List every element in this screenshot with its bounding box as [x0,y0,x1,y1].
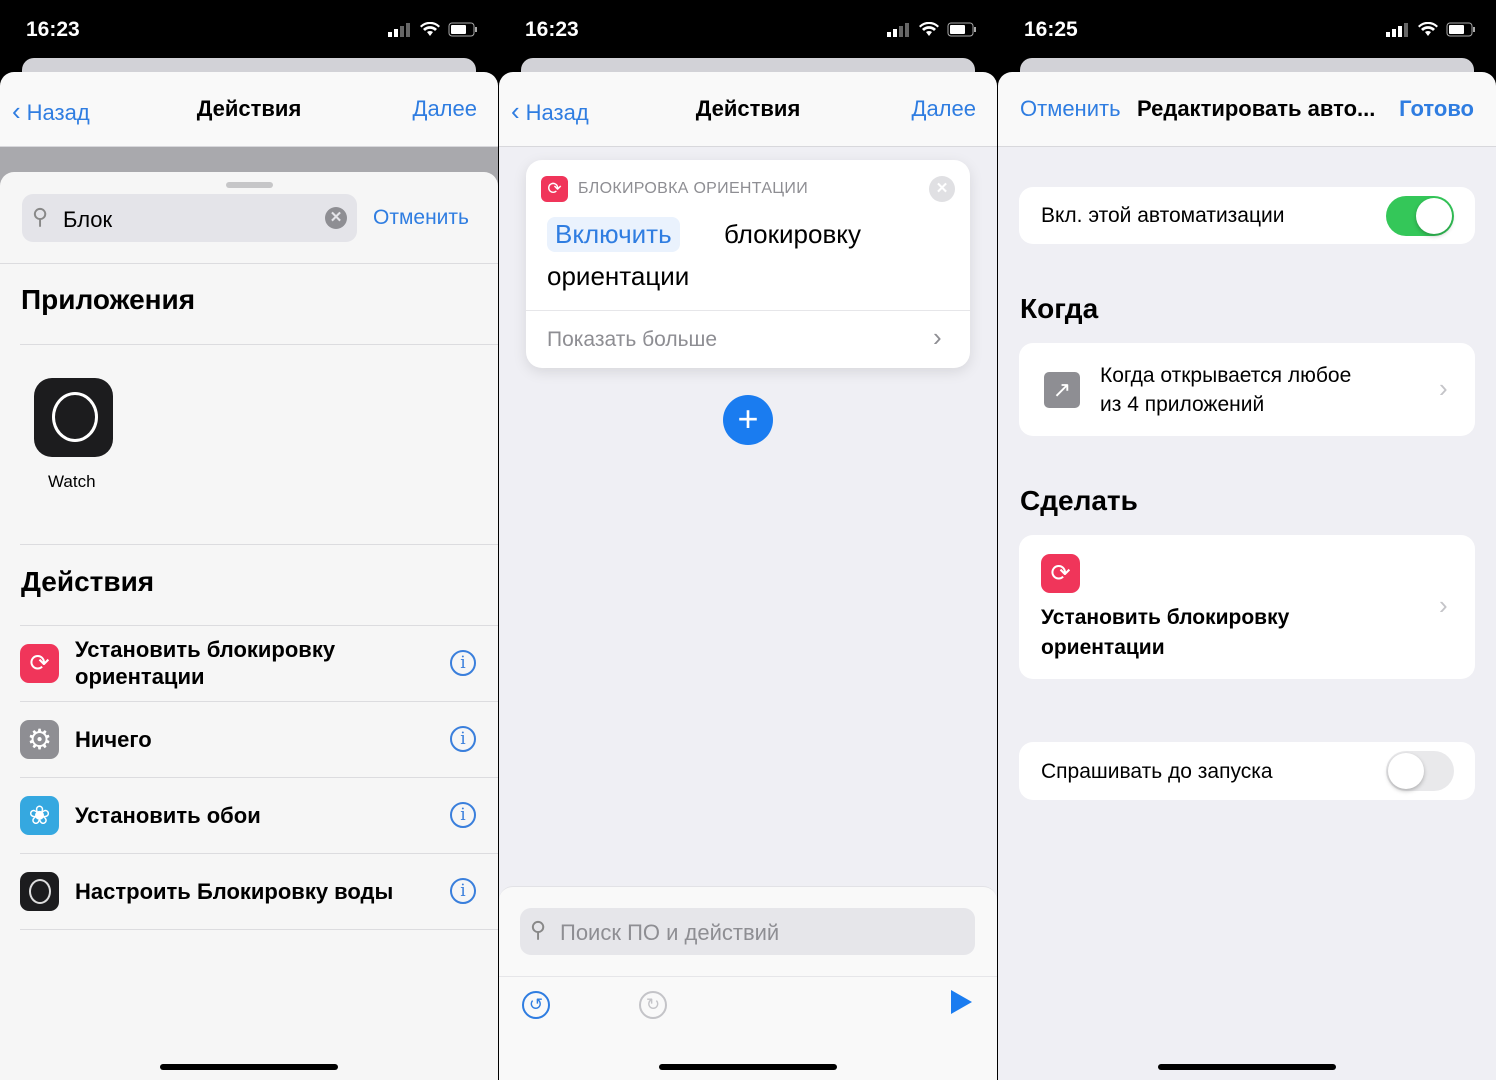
panel-edit-automation: 16:25 Отменить Редактировать авто... Гот… [998,0,1496,1080]
action-row-nothing[interactable]: ⚙ Ничего i [0,701,498,777]
wifi-icon [1418,22,1438,36]
app-watch[interactable] [34,378,113,457]
watch-icon [52,392,98,442]
info-icon[interactable]: i [450,878,476,904]
action-text: блокировку [724,219,861,249]
home-indicator [659,1064,837,1070]
cancel-button[interactable]: Отменить [1020,96,1121,122]
action-row-orientation-lock[interactable]: ⟳ Установить блокировку ориентации i [0,625,498,701]
show-more-button[interactable]: Показать больше [547,328,717,352]
undo-icon[interactable]: ↺ [522,991,550,1019]
arrow-up-right-icon: ↗ [1044,372,1080,408]
clear-icon[interactable]: ✕ [325,207,347,229]
ask-label: Спрашивать до запуска [1041,760,1273,783]
state-parameter[interactable]: Включить [547,217,680,252]
cancel-button[interactable]: Отменить [373,206,469,230]
enable-label: Вкл. этой автоматизации [1041,204,1285,227]
signal-icon [887,22,909,37]
enable-toggle[interactable] [1386,196,1454,236]
info-icon[interactable]: i [450,802,476,828]
trigger-text: Когда открывается любое [1100,364,1352,387]
info-icon[interactable]: i [450,726,476,752]
signal-icon [1386,22,1408,37]
do-heading: Сделать [1020,485,1138,516]
action-row[interactable]: ⟳ Установить блокировку ориентации › [1019,535,1475,679]
grabber-handle[interactable] [226,182,273,188]
orientation-lock-icon: ⟳ [20,644,59,683]
action-title-line2: ориентации [75,664,205,689]
search-icon: ⚲ [32,204,49,229]
play-icon[interactable] [951,990,972,1014]
nav-title: Редактировать авто... [1137,96,1376,121]
action-title-line2: ориентации [1041,636,1165,659]
status-time: 16:25 [1024,18,1078,41]
orientation-lock-icon: ⟳ [541,176,568,202]
status-icons [1386,22,1476,37]
search-input[interactable]: ⚲ Поиск ПО и действий [520,908,975,955]
wifi-icon [420,22,440,36]
ask-toggle[interactable] [1386,751,1454,791]
plus-icon: + [737,398,759,439]
actions-heading: Действия [21,566,155,597]
nav-bar: ‹ Назад Действия Далее [0,72,498,147]
redo-icon: ↻ [639,991,667,1019]
info-icon[interactable]: i [450,650,476,676]
action-row-water-lock[interactable]: Настроить Блокировку воды i [0,853,498,929]
chevron-right-icon: › [1439,373,1448,403]
done-button[interactable]: Готово [1399,96,1474,122]
bottom-search-sheet: ⚲ Поиск ПО и действий ↺ ↻ [499,886,997,1080]
trigger-text-line2: из 4 приложений [1100,393,1265,416]
wifi-icon [919,22,939,36]
panel-search-actions: 16:23 ‹ Назад Действия Далее ⚲ Блок ✕ Отм… [0,0,498,1080]
search-sheet: ⚲ Блок ✕ Отменить Приложения Watch Дейст… [0,172,498,1080]
action-title: Установить блокировку [75,637,336,662]
watch-icon [20,872,59,911]
nav-bar: ‹ Назад Действия Далее [499,72,997,147]
action-title: Установить обои [75,803,261,828]
gear-icon: ⚙ [20,720,59,759]
home-indicator [160,1064,338,1070]
action-text-line2: ориентации [547,261,690,291]
action-title: Настроить Блокировку воды [75,879,394,904]
chevron-right-icon: › [933,322,942,352]
status-icons [388,22,478,37]
next-button[interactable]: Далее [413,96,477,122]
status-icons [887,22,977,37]
search-icon: ⚲ [530,917,547,942]
action-title: Ничего [75,727,152,752]
enable-automation-row: Вкл. этой автоматизации [1019,187,1475,244]
action-card[interactable]: ⟳ БЛОКИРОВКА ОРИЕНТАЦИИ ✕ Включить блоки… [526,160,970,368]
search-value: Блок [63,207,113,232]
home-indicator [1158,1064,1336,1070]
ask-before-running-row: Спрашивать до запуска [1019,742,1475,800]
action-row-wallpaper[interactable]: ❀ Установить обои i [0,777,498,853]
battery-icon [448,22,477,37]
signal-icon [388,22,410,37]
next-button[interactable]: Далее [912,96,976,122]
orientation-lock-icon: ⟳ [1041,554,1080,593]
action-card-header: БЛОКИРОВКА ОРИЕНТАЦИИ [578,180,809,197]
status-time: 16:23 [26,18,80,41]
status-time: 16:23 [525,18,579,41]
chevron-right-icon: › [1439,590,1448,620]
battery-icon [947,22,976,37]
search-input[interactable]: ⚲ Блок ✕ [22,194,357,242]
app-watch-label: Watch [48,472,96,491]
battery-icon [1446,22,1475,37]
add-action-button[interactable]: + [723,395,773,445]
search-placeholder: Поиск ПО и действий [560,920,780,945]
remove-action-icon[interactable]: ✕ [929,176,955,202]
flower-icon: ❀ [20,796,59,835]
nav-bar: Отменить Редактировать авто... Готово [998,72,1496,147]
apps-heading: Приложения [21,284,196,315]
when-heading: Когда [1020,293,1099,324]
trigger-row[interactable]: ↗ Когда открывается любое из 4 приложени… [1019,343,1475,436]
panel-actions-editor: 16:23 ‹ Назад Действия Далее ⟳ БЛОКИРОВКА… [499,0,997,1080]
action-title: Установить блокировку [1041,606,1290,629]
